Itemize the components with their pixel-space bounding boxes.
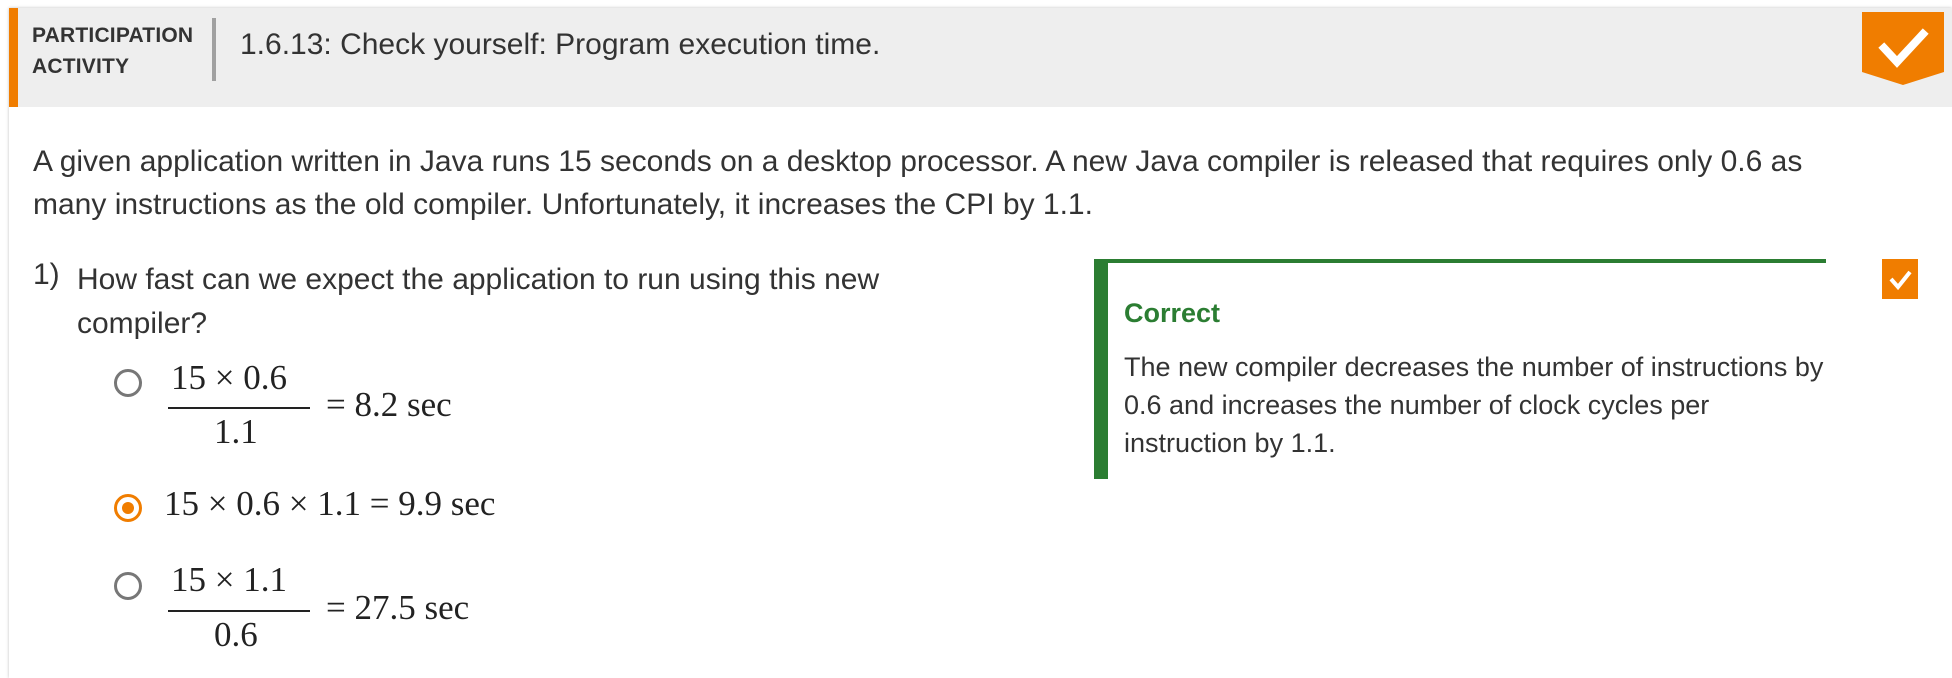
- participation-activity-label: PARTICIPATION ACTIVITY: [32, 20, 193, 82]
- feedback-title: Correct: [1124, 298, 1221, 328]
- badge-line2: ACTIVITY: [32, 55, 130, 78]
- radio-button-selected[interactable]: [114, 494, 142, 522]
- activity-title: 1.6.13: Check yourself: Program executio…: [240, 28, 881, 61]
- option-denominator: 1.1: [214, 412, 258, 451]
- fraction-bar: [168, 407, 310, 409]
- option-result: = 27.5 sec: [326, 588, 470, 627]
- header-divider: [212, 18, 216, 81]
- option-numerator: 15 × 0.6: [171, 358, 287, 397]
- question-text: How fast can we expect the application t…: [77, 263, 880, 340]
- option-expression: 15 × 0.6 × 1.1 = 9.9 sec: [164, 484, 496, 523]
- option-numerator: 15 × 1.1: [171, 560, 287, 599]
- question-number: 1): [33, 258, 60, 291]
- option-result: = 8.2 sec: [326, 385, 452, 424]
- activity-prompt: A given application written in Java runs…: [33, 145, 1803, 221]
- activity-complete-check-icon: [1862, 12, 1944, 85]
- radio-button[interactable]: [114, 369, 142, 397]
- question-complete-check-icon: [1882, 259, 1918, 299]
- badge-line1: PARTICIPATION: [32, 24, 194, 47]
- radio-button[interactable]: [114, 572, 142, 600]
- feedback-text: The new compiler decreases the number of…: [1124, 352, 1824, 458]
- option-denominator: 0.6: [214, 615, 258, 654]
- fraction-bar: [168, 610, 310, 612]
